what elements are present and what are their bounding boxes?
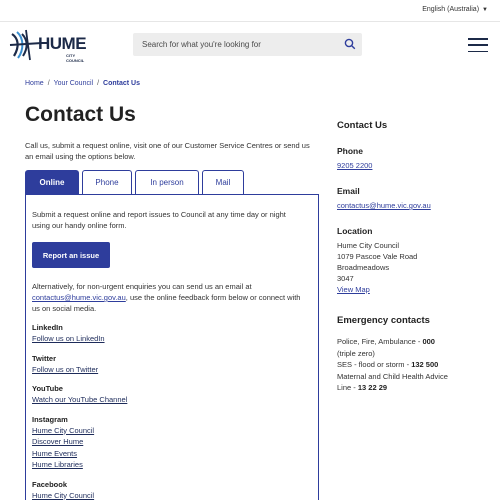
emergency-text: Line - bbox=[337, 383, 358, 392]
emergency-text: Police, Fire, Ambulance - bbox=[337, 337, 423, 346]
social-instagram: Instagram Hume City Council Discover Hum… bbox=[32, 415, 312, 471]
location-label: Location bbox=[337, 226, 373, 236]
breadcrumb-separator: / bbox=[47, 80, 50, 87]
address-line: Broadmeadows bbox=[337, 263, 390, 272]
phone-link[interactable]: 9205 2200 bbox=[337, 160, 487, 171]
contact-tabs: Online Phone In person Mail bbox=[25, 170, 244, 194]
menu-icon[interactable] bbox=[468, 38, 488, 52]
breadcrumb: Home / Your Council / Contact Us bbox=[25, 80, 140, 87]
linkedin-link[interactable]: Follow us on LinkedIn bbox=[32, 333, 312, 345]
emergency-line: Police, Fire, Ambulance - 000 bbox=[337, 336, 487, 348]
breadcrumb-current: Contact Us bbox=[103, 80, 140, 87]
social-title: Twitter bbox=[32, 353, 57, 363]
address-line: 3047 bbox=[337, 274, 354, 283]
social-twitter: Twitter Follow us on Twitter bbox=[32, 354, 312, 376]
search-icon[interactable] bbox=[344, 38, 356, 50]
breadcrumb-separator: / bbox=[97, 80, 100, 87]
emergency-number: 000 bbox=[422, 337, 435, 346]
instagram-link[interactable]: Hume City Council bbox=[32, 425, 312, 437]
breadcrumb-your-council[interactable]: Your Council bbox=[54, 80, 93, 87]
email-link[interactable]: contactus@hume.vic.gov.au bbox=[32, 293, 126, 302]
social-title: LinkedIn bbox=[32, 323, 63, 332]
alt-text-before: Alternatively, for non-urgent enquiries … bbox=[32, 282, 252, 291]
top-bar: English (Australia) ▼ bbox=[0, 0, 500, 22]
emergency-contacts: Emergency contacts Police, Fire, Ambulan… bbox=[337, 315, 487, 394]
twitter-link[interactable]: Follow us on Twitter bbox=[32, 364, 312, 376]
intro-text: Call us, submit a request online, visit … bbox=[25, 141, 310, 161]
chevron-down-icon: ▼ bbox=[482, 6, 488, 13]
email-section: Email contactus@hume.vic.gov.au bbox=[337, 186, 487, 211]
logo-subtext: CITY COUNCIL bbox=[66, 53, 85, 63]
language-label: English (Australia) bbox=[422, 6, 480, 13]
sidebar-email-link[interactable]: contactus@hume.vic.gov.au bbox=[337, 200, 487, 211]
instagram-link[interactable]: Hume Libraries bbox=[32, 459, 312, 471]
alternative-text: Alternatively, for non-urgent enquiries … bbox=[32, 281, 306, 314]
youtube-link[interactable]: Watch our YouTube Channel bbox=[32, 394, 312, 406]
social-facebook: Facebook Hume City Council bbox=[32, 480, 312, 500]
site-header: HUME CITY COUNCIL Search for what you're… bbox=[0, 22, 500, 72]
phone-section: Phone 9205 2200 bbox=[337, 146, 487, 171]
online-tab-panel: Submit a request online and report issue… bbox=[25, 194, 319, 500]
logo-text: HUME bbox=[38, 34, 87, 53]
report-issue-button[interactable]: Report an issue bbox=[32, 242, 110, 268]
social-title: Instagram bbox=[32, 414, 68, 424]
emergency-text: SES - flood or storm - bbox=[337, 360, 412, 369]
tab-mail[interactable]: Mail bbox=[202, 170, 244, 194]
language-selector[interactable]: English (Australia) ▼ bbox=[422, 6, 488, 13]
search-input[interactable]: Search for what you're looking for bbox=[133, 33, 362, 56]
emergency-line: Maternal and Child Health Advice bbox=[337, 371, 448, 381]
location-section: Location Hume City Council 1079 Pascoe V… bbox=[337, 226, 487, 295]
email-label: Email bbox=[337, 186, 360, 196]
emergency-line: Line - 13 22 29 bbox=[337, 382, 487, 394]
emergency-title: Emergency contacts bbox=[337, 315, 430, 326]
tab-phone[interactable]: Phone bbox=[82, 170, 132, 194]
instagram-link[interactable]: Hume Events bbox=[32, 448, 312, 460]
social-title: Facebook bbox=[32, 479, 68, 489]
address-line: Hume City Council bbox=[337, 241, 400, 250]
tab-online[interactable]: Online bbox=[25, 170, 79, 194]
emergency-line: SES - flood or storm - 132 500 bbox=[337, 359, 487, 371]
view-map-link[interactable]: View Map bbox=[337, 284, 487, 295]
online-description: Submit a request online and report issue… bbox=[32, 210, 286, 230]
emergency-line: (triple zero) bbox=[337, 348, 375, 358]
search-placeholder: Search for what you're looking for bbox=[142, 40, 261, 49]
instagram-link[interactable]: Discover Hume bbox=[32, 436, 312, 448]
facebook-link[interactable]: Hume City Council bbox=[32, 490, 312, 500]
contact-sidebar: Contact Us Phone 9205 2200 Email contact… bbox=[337, 120, 487, 295]
phone-label: Phone bbox=[337, 146, 363, 156]
page-title: Contact Us bbox=[25, 103, 136, 126]
sidebar-title: Contact Us bbox=[337, 120, 388, 131]
social-youtube: YouTube Watch our YouTube Channel bbox=[32, 384, 312, 406]
emergency-number: 132 500 bbox=[411, 360, 439, 369]
social-linkedin: LinkedIn Follow us on LinkedIn bbox=[32, 323, 312, 345]
address-line: 1079 Pascoe Vale Road bbox=[337, 252, 418, 261]
tab-in-person[interactable]: In person bbox=[135, 170, 199, 194]
breadcrumb-home[interactable]: Home bbox=[25, 80, 44, 87]
social-title: YouTube bbox=[32, 384, 63, 393]
logo[interactable]: HUME CITY COUNCIL bbox=[8, 26, 88, 64]
emergency-number: 13 22 29 bbox=[357, 383, 388, 392]
